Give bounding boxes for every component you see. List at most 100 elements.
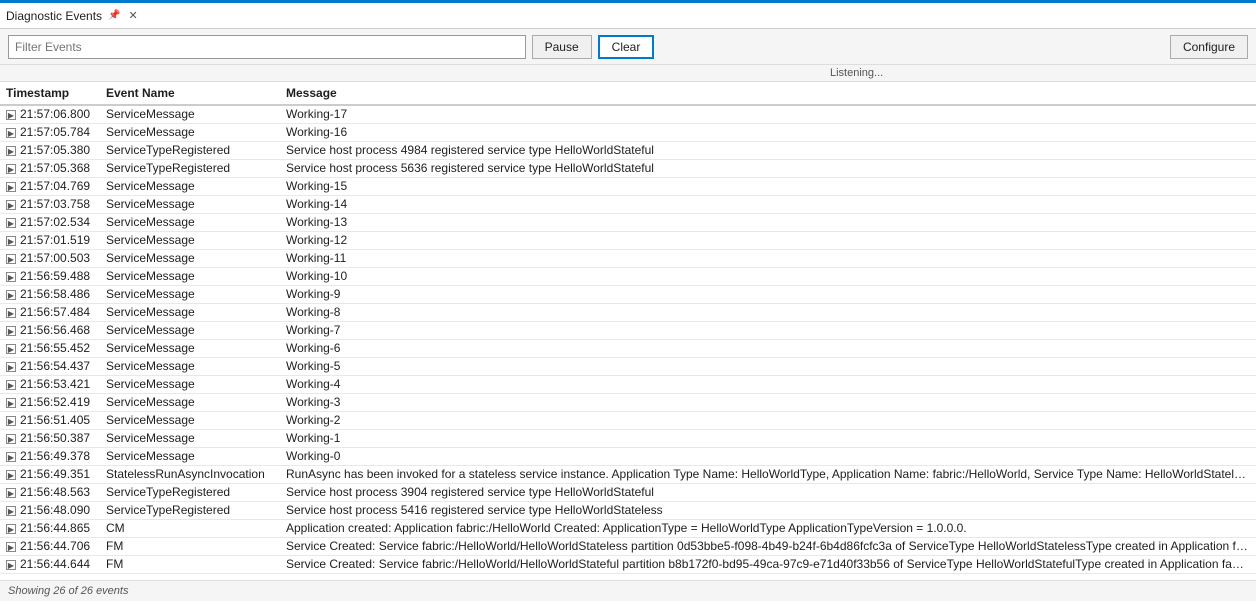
cell-timestamp: ▶21:56:48.090 [0,501,100,519]
table-row[interactable]: ▶21:57:02.534ServiceMessageWorking-13 [0,213,1256,231]
events-table: Timestamp Event Name Message ▶21:57:06.8… [0,82,1256,574]
table-row[interactable]: ▶21:56:49.351StatelessRunAsyncInvocation… [0,465,1256,483]
cell-message: Working-0 [280,447,1256,465]
cell-timestamp: ▶21:56:57.484 [0,303,100,321]
expand-icon[interactable]: ▶ [6,236,16,246]
expand-icon[interactable]: ▶ [6,290,16,300]
expand-icon[interactable]: ▶ [6,362,16,372]
table-row[interactable]: ▶21:56:48.090ServiceTypeRegisteredServic… [0,501,1256,519]
expand-icon[interactable]: ▶ [6,110,16,120]
table-row[interactable]: ▶21:57:03.758ServiceMessageWorking-14 [0,195,1256,213]
cell-timestamp: ▶21:56:49.351 [0,465,100,483]
clear-button[interactable]: Clear [598,35,655,59]
expand-icon[interactable]: ▶ [6,200,16,210]
expand-icon[interactable]: ▶ [6,146,16,156]
toolbar: Pause Clear Configure [0,29,1256,65]
table-row[interactable]: ▶21:56:51.405ServiceMessageWorking-2 [0,411,1256,429]
expand-icon[interactable]: ▶ [6,308,16,318]
table-row[interactable]: ▶21:56:50.387ServiceMessageWorking-1 [0,429,1256,447]
table-row[interactable]: ▶21:56:54.437ServiceMessageWorking-5 [0,357,1256,375]
expand-icon[interactable]: ▶ [6,326,16,336]
cell-event-name: ServiceMessage [100,123,280,141]
expand-icon[interactable]: ▶ [6,470,16,480]
close-icon[interactable]: ✕ [129,9,138,22]
cell-message: Working-16 [280,123,1256,141]
table-row[interactable]: ▶21:56:49.378ServiceMessageWorking-0 [0,447,1256,465]
expand-icon[interactable]: ▶ [6,380,16,390]
table-row[interactable]: ▶21:56:57.484ServiceMessageWorking-8 [0,303,1256,321]
table-row[interactable]: ▶21:57:00.503ServiceMessageWorking-11 [0,249,1256,267]
table-row[interactable]: ▶21:56:44.706FMService Created: Service … [0,537,1256,555]
expand-icon[interactable]: ▶ [6,218,16,228]
cell-event-name: ServiceMessage [100,321,280,339]
expand-icon[interactable]: ▶ [6,344,16,354]
expand-icon[interactable]: ▶ [6,254,16,264]
cell-event-name: StatelessRunAsyncInvocation [100,465,280,483]
cell-timestamp: ▶21:56:50.387 [0,429,100,447]
table-row[interactable]: ▶21:56:58.486ServiceMessageWorking-9 [0,285,1256,303]
cell-event-name: ServiceTypeRegistered [100,483,280,501]
cell-event-name: ServiceTypeRegistered [100,159,280,177]
cell-message: Working-10 [280,267,1256,285]
table-row[interactable]: ▶21:57:05.380ServiceTypeRegisteredServic… [0,141,1256,159]
title-bar: Diagnostic Events 📌 ✕ [0,3,1256,29]
expand-icon[interactable]: ▶ [6,128,16,138]
cell-message: Working-17 [280,105,1256,123]
cell-timestamp: ▶21:57:05.368 [0,159,100,177]
cell-event-name: CM [100,519,280,537]
expand-icon[interactable]: ▶ [6,398,16,408]
cell-message: Working-7 [280,321,1256,339]
cell-event-name: ServiceTypeRegistered [100,141,280,159]
table-row[interactable]: ▶21:56:59.488ServiceMessageWorking-10 [0,267,1256,285]
pin-icon[interactable]: 📌 [108,10,120,21]
cell-timestamp: ▶21:56:56.468 [0,321,100,339]
cell-timestamp: ▶21:56:48.563 [0,483,100,501]
filter-input[interactable] [8,35,526,59]
cell-message: RunAsync has been invoked for a stateles… [280,465,1256,483]
table-row[interactable]: ▶21:57:01.519ServiceMessageWorking-12 [0,231,1256,249]
listening-text: Listening... [830,67,883,79]
expand-icon[interactable]: ▶ [6,164,16,174]
expand-icon[interactable]: ▶ [6,524,16,534]
table-row[interactable]: ▶21:56:56.468ServiceMessageWorking-7 [0,321,1256,339]
cell-message: Service host process 5416 registered ser… [280,501,1256,519]
cell-event-name: ServiceMessage [100,231,280,249]
table-row[interactable]: ▶21:57:05.368ServiceTypeRegisteredServic… [0,159,1256,177]
cell-event-name: ServiceMessage [100,177,280,195]
expand-icon[interactable]: ▶ [6,488,16,498]
cell-event-name: ServiceMessage [100,447,280,465]
expand-icon[interactable]: ▶ [6,272,16,282]
cell-event-name: FM [100,555,280,573]
events-table-wrapper[interactable]: Timestamp Event Name Message ▶21:57:06.8… [0,82,1256,580]
title-bar-text: Diagnostic Events [6,9,102,23]
cell-message: Working-1 [280,429,1256,447]
cell-timestamp: ▶21:57:03.758 [0,195,100,213]
cell-timestamp: ▶21:57:05.784 [0,123,100,141]
table-row[interactable]: ▶21:56:55.452ServiceMessageWorking-6 [0,339,1256,357]
expand-icon[interactable]: ▶ [6,560,16,570]
expand-icon[interactable]: ▶ [6,506,16,516]
table-row[interactable]: ▶21:56:53.421ServiceMessageWorking-4 [0,375,1256,393]
table-row[interactable]: ▶21:57:04.769ServiceMessageWorking-15 [0,177,1256,195]
cell-timestamp: ▶21:56:51.405 [0,411,100,429]
cell-timestamp: ▶21:57:04.769 [0,177,100,195]
expand-icon[interactable]: ▶ [6,182,16,192]
expand-icon[interactable]: ▶ [6,542,16,552]
table-row[interactable]: ▶21:56:44.865CMApplication created: Appl… [0,519,1256,537]
table-row[interactable]: ▶21:57:06.800ServiceMessageWorking-17 [0,105,1256,123]
expand-icon[interactable]: ▶ [6,434,16,444]
expand-icon[interactable]: ▶ [6,452,16,462]
cell-timestamp: ▶21:56:53.421 [0,375,100,393]
table-row[interactable]: ▶21:56:52.419ServiceMessageWorking-3 [0,393,1256,411]
cell-timestamp: ▶21:56:55.452 [0,339,100,357]
cell-message: Service host process 4984 registered ser… [280,141,1256,159]
cell-message: Working-15 [280,177,1256,195]
cell-event-name: ServiceMessage [100,249,280,267]
table-row[interactable]: ▶21:57:05.784ServiceMessageWorking-16 [0,123,1256,141]
table-row[interactable]: ▶21:56:48.563ServiceTypeRegisteredServic… [0,483,1256,501]
pause-button[interactable]: Pause [532,35,592,59]
table-row[interactable]: ▶21:56:44.644FMService Created: Service … [0,555,1256,573]
expand-icon[interactable]: ▶ [6,416,16,426]
cell-message: Application created: Application fabric:… [280,519,1256,537]
configure-button[interactable]: Configure [1170,35,1248,59]
